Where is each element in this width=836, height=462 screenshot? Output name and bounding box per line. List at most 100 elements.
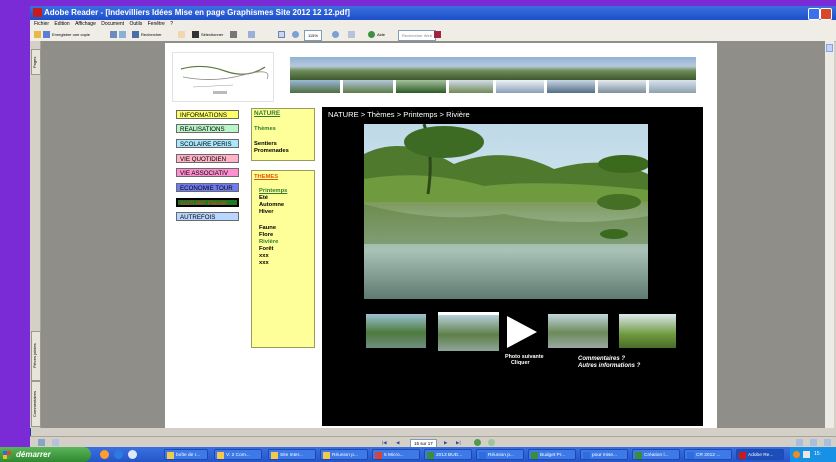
clock[interactable]: 15:	[814, 447, 821, 462]
nature-item-themes[interactable]: Thèmes	[254, 126, 276, 132]
yahoo-button[interactable]	[434, 30, 443, 39]
comments-link[interactable]: Commentaires ?	[578, 356, 625, 362]
taskbar-item[interactable]: V: 2 Com...	[214, 449, 262, 460]
site-logo	[172, 52, 274, 102]
header-thumbnail	[598, 80, 646, 93]
themes-heading[interactable]: THEMES	[254, 174, 278, 180]
app-icon	[687, 452, 694, 459]
help-button[interactable]: Aide	[368, 30, 385, 39]
theme-xxx-2[interactable]: xxx	[259, 260, 269, 266]
nav-autrefois[interactable]: AUTREFOIS	[176, 212, 239, 221]
taskbar-item[interactable]: Réunion p...	[320, 449, 368, 460]
attachments-tab[interactable]: Pièces jointes	[31, 331, 41, 381]
continuous-icon[interactable]	[810, 439, 817, 446]
click-label[interactable]: Cliquer	[511, 360, 530, 366]
taskbar-item[interactable]: pour mise...	[580, 449, 628, 460]
search-button[interactable]: Rechercher	[132, 30, 162, 39]
nav-vie-quotidien[interactable]: VIE QUOTIDIEN	[176, 154, 239, 163]
photo-thumbnail[interactable]	[619, 314, 676, 348]
other-info-link[interactable]: Autres informations ?	[578, 363, 640, 369]
menu-fenetre[interactable]: Fenêtre	[148, 21, 165, 27]
river-photo-image	[364, 123, 650, 299]
taskbar-item[interactable]: Budget Pr...	[528, 449, 576, 460]
taskbar-item[interactable]: CR 2012 ...	[684, 449, 732, 460]
rotate-button[interactable]	[348, 30, 357, 39]
taskbar-item[interactable]: 5 Micro...	[372, 449, 420, 460]
theme-riviere[interactable]: Rivière	[259, 239, 278, 245]
nav-vie-associativ[interactable]: VIE ASSOCIATIV	[176, 168, 239, 177]
nav-realisations[interactable]: REALISATIONS	[176, 124, 239, 133]
snapshot-button[interactable]	[230, 30, 239, 39]
single-page-icon[interactable]	[796, 439, 803, 446]
nature-heading[interactable]: NATURE	[254, 110, 280, 117]
print-button[interactable]	[110, 30, 128, 39]
hand-tool-button[interactable]	[178, 30, 187, 39]
quicklaunch-icon[interactable]	[128, 450, 137, 459]
taskbar-item[interactable]: Site Inter...	[268, 449, 316, 460]
tray-icon[interactable]	[803, 451, 810, 458]
menu-document[interactable]: Document	[101, 21, 124, 27]
nature-item-promenades[interactable]: Promenades	[254, 148, 289, 154]
save-copy-button[interactable]: Enregistrer une copie	[34, 30, 90, 39]
quicklaunch-icon[interactable]	[114, 450, 123, 459]
menu-help[interactable]: ?	[170, 21, 173, 27]
taskbar-item[interactable]: 2013 BUD...	[424, 449, 472, 460]
nature-item-sentiers[interactable]: Sentiers	[254, 141, 277, 147]
header-thumbnail	[396, 80, 446, 93]
app-icon	[583, 452, 590, 459]
zoom-in-button[interactable]	[248, 30, 257, 39]
select-button[interactable]: Sélectionner	[192, 30, 223, 39]
minimize-button[interactable]	[808, 8, 820, 20]
facing-icon[interactable]	[824, 439, 831, 446]
photo-thumbnail-selected[interactable]	[438, 312, 499, 351]
theme-ete[interactable]: Eté	[259, 195, 268, 201]
taskbar-item[interactable]: Création l...	[632, 449, 680, 460]
nav-economie-tour[interactable]: ECONOMIE TOUR	[176, 183, 239, 192]
menu-outils[interactable]: Outils	[129, 21, 142, 27]
taskbar-item-active[interactable]: Adobe Re...	[736, 449, 784, 460]
zoom-out-button[interactable]	[292, 30, 301, 39]
last-page-button[interactable]: ▶|	[456, 439, 461, 446]
theme-printemps[interactable]: Printemps	[259, 188, 287, 194]
fit-page-button[interactable]	[278, 30, 287, 39]
title-bar[interactable]: Adobe Reader - [Indevilliers Idées Mise …	[30, 6, 836, 20]
first-page-button[interactable]: |◀	[382, 439, 387, 446]
web-search-field[interactable]: Rechercher Web	[398, 30, 436, 41]
theme-hiver[interactable]: Hiver	[259, 209, 274, 215]
forward-view-icon[interactable]	[488, 439, 495, 446]
page-layout-icon[interactable]	[52, 439, 59, 446]
theme-flore[interactable]: Flore	[259, 232, 273, 238]
theme-automne[interactable]: Automne	[259, 202, 284, 208]
next-page-button[interactable]: ▶	[444, 439, 447, 446]
comments-tab[interactable]: Commentaires	[31, 381, 41, 427]
zoom-plus-button[interactable]	[332, 30, 341, 39]
menu-affichage[interactable]: Affichage	[75, 21, 96, 27]
theme-foret[interactable]: Forêt	[259, 246, 274, 252]
tray-icon[interactable]	[793, 451, 800, 458]
folder-icon	[34, 31, 41, 39]
menu-fichier[interactable]: Fichier	[34, 21, 49, 27]
theme-xxx-1[interactable]: xxx	[259, 253, 269, 259]
nav-nature-envir[interactable]: NATURE ENVIR	[176, 198, 239, 207]
start-button[interactable]: démarrer	[0, 447, 91, 462]
close-button[interactable]	[820, 8, 832, 20]
theme-faune[interactable]: Faune	[259, 225, 276, 231]
quicklaunch-icon[interactable]	[100, 450, 109, 459]
taskbar-item[interactable]: Réunion p...	[476, 449, 524, 460]
vertical-scrollbar[interactable]	[825, 41, 834, 428]
taskbar-item[interactable]: boîte de r...	[164, 449, 208, 460]
nav-informations[interactable]: INFORMATIONS	[176, 110, 239, 119]
back-view-icon[interactable]	[474, 439, 481, 446]
adobe-reader-icon	[33, 8, 42, 17]
breadcrumb: NATURE > Thèmes > Printemps > Rivière	[328, 110, 470, 119]
menu-edition[interactable]: Edition	[54, 21, 69, 27]
scroll-up-icon[interactable]	[826, 44, 833, 52]
prev-page-button[interactable]: ◀	[396, 439, 399, 446]
play-icon[interactable]	[507, 316, 537, 348]
layout-icon[interactable]	[38, 439, 45, 446]
pages-tab[interactable]: Pages	[31, 49, 41, 75]
zoom-field[interactable]: 115%	[304, 30, 322, 41]
photo-thumbnail[interactable]	[366, 314, 426, 348]
nav-scolaire-peris[interactable]: SCOLAIRE PERIS	[176, 139, 239, 148]
photo-thumbnail[interactable]	[548, 314, 608, 348]
